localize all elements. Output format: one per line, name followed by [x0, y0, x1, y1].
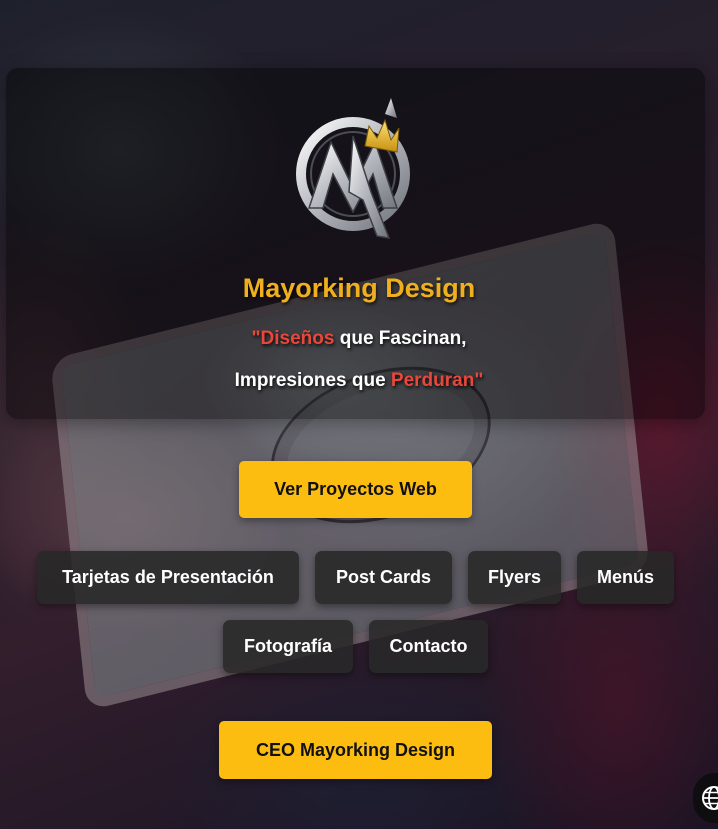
nav-button-menus[interactable]: Menús	[577, 551, 674, 604]
tagline-line-2: Impresiones que Perduran"	[0, 370, 718, 392]
nav-button-flyers[interactable]: Flyers	[468, 551, 561, 604]
ceo-button[interactable]: CEO Mayorking Design	[219, 721, 492, 779]
brand-title: Mayorking Design	[242, 273, 476, 303]
web-projects-button[interactable]: Ver Proyectos Web	[239, 461, 472, 518]
nav-button-fotografia[interactable]: Fotografía	[223, 620, 353, 673]
tagline-accent-disenos: Diseños	[260, 328, 335, 349]
tagline-quote-close: "	[474, 370, 484, 391]
tagline-lead-2: Impresiones que	[234, 370, 391, 391]
tagline-line-1: "Diseños que Fascinan,	[0, 328, 718, 350]
mk-crown-logo	[296, 98, 410, 239]
tagline-accent-perduran: Perduran	[390, 370, 475, 391]
globe-icon	[702, 786, 718, 810]
tagline-rest-1: que Fascinan,	[334, 328, 467, 349]
nav-button-contacto[interactable]: Contacto	[369, 620, 488, 673]
nav-button-tarjetas[interactable]: Tarjetas de Presentación	[37, 551, 299, 604]
nav-button-post-cards[interactable]: Post Cards	[315, 551, 452, 604]
tagline-quote-open: "	[251, 328, 261, 349]
